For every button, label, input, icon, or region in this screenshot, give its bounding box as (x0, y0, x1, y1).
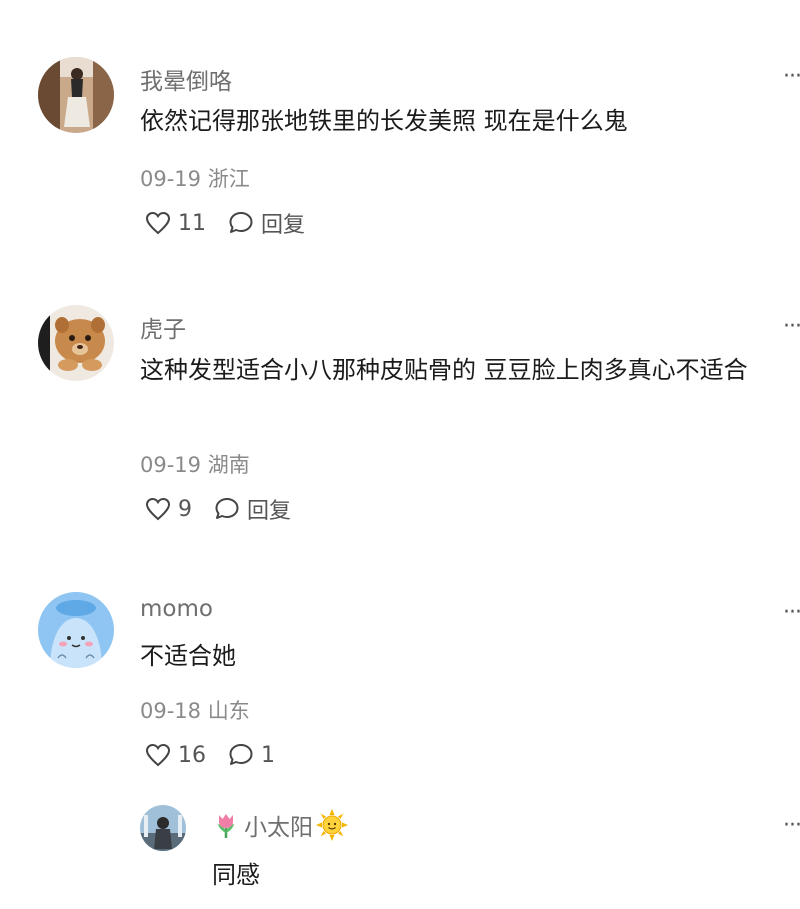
heart-icon (145, 211, 171, 235)
blue-cartoon-icon (38, 592, 114, 668)
heart-icon (145, 497, 171, 521)
more-options-icon[interactable]: ··· (783, 316, 800, 338)
reply-username: 小太阳 (244, 815, 313, 841)
comment-text: 这种发型适合小八那种皮贴骨的 豆豆脸上肉多真心不适合 (140, 356, 748, 384)
comment-location: 湖南 (207, 453, 250, 477)
avatar[interactable] (140, 805, 186, 851)
more-options-icon[interactable]: ··· (783, 602, 800, 624)
reply-button[interactable]: 回复 (214, 493, 291, 525)
avatar[interactable] (38, 592, 114, 668)
like-button[interactable]: 11 (145, 211, 206, 236)
reply-username-row[interactable]: 小太阳 (212, 808, 349, 842)
woman-photo-icon (38, 57, 114, 133)
avatar[interactable] (38, 57, 114, 133)
reply-count: 1 (261, 742, 275, 768)
comment-actions: 11 回复 (145, 208, 327, 238)
username[interactable]: 我晕倒咯 (140, 62, 232, 96)
reply-button[interactable]: 回复 (228, 207, 305, 239)
reply-text: 同感 (212, 861, 260, 889)
like-count: 11 (178, 210, 206, 236)
like-button[interactable]: 9 (145, 497, 192, 522)
comment-bubble-icon (215, 498, 239, 519)
like-count: 16 (178, 742, 206, 768)
more-options-icon[interactable]: ··· (783, 815, 800, 837)
comment-bubble-icon (229, 744, 253, 765)
avatar[interactable] (38, 305, 114, 381)
reply-label: 回复 (247, 499, 292, 524)
username[interactable]: 虎子 (140, 310, 186, 344)
comment-bubble-icon (229, 212, 253, 233)
comment-actions: 16 1 (145, 740, 297, 770)
reply-label: 回复 (261, 213, 306, 238)
comment-text: 不适合她 (140, 642, 236, 670)
comment-location: 浙江 (207, 167, 250, 191)
comment-meta: 09-18 山东 (140, 695, 250, 725)
comment-meta: 09-19 湖南 (140, 449, 250, 479)
like-count: 9 (178, 496, 192, 522)
lion-cub-photo-icon (38, 305, 114, 381)
sun-icon (316, 809, 348, 841)
heart-icon (145, 743, 171, 767)
comment-date: 09-19 (140, 167, 202, 191)
comment-date: 09-19 (140, 453, 202, 477)
comment-actions: 9 回复 (145, 494, 313, 524)
username[interactable]: momo (140, 596, 213, 622)
more-options-icon[interactable]: ··· (783, 66, 800, 88)
like-button[interactable]: 16 (145, 743, 206, 768)
reply-button[interactable]: 1 (228, 742, 275, 768)
tulip-icon (218, 814, 234, 838)
comment-meta: 09-19 浙江 (140, 163, 250, 193)
girl-photo-icon (140, 805, 186, 851)
comment-location: 山东 (207, 699, 250, 723)
comment-text: 依然记得那张地铁里的长发美照 现在是什么鬼 (140, 107, 628, 135)
comment-date: 09-18 (140, 699, 202, 723)
